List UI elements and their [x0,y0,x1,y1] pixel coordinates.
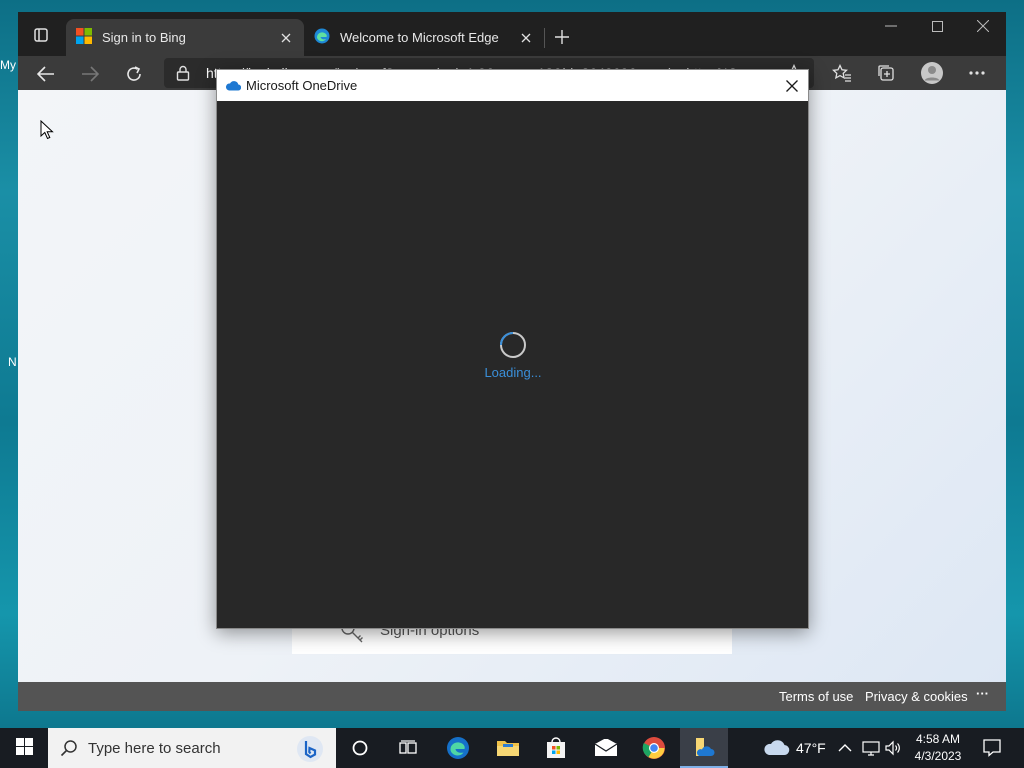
search-placeholder: Type here to search [88,740,221,757]
volume-icon[interactable] [884,728,902,768]
footer-more-button[interactable]: ··· [976,686,989,701]
chrome-icon[interactable] [630,728,678,768]
dialog-title-bar: Microsoft OneDrive [217,70,808,101]
onedrive-cloud-icon [225,79,242,94]
network-icon[interactable] [862,728,880,768]
taskbar-search-box[interactable]: Type here to search [48,728,336,768]
close-tab-icon[interactable] [278,30,294,46]
tab-actions-icon[interactable] [28,24,54,46]
tab-sign-in-to-bing[interactable]: Sign in to Bing [66,19,304,56]
start-button[interactable] [0,728,48,768]
system-clock[interactable]: 4:58 AM 4/3/2023 [904,731,972,765]
dialog-close-icon[interactable] [783,77,801,95]
privacy-cookies-link[interactable]: Privacy & cookies [865,689,968,704]
terms-of-use-link[interactable]: Terms of use [779,689,853,704]
close-tab-icon[interactable] [518,30,534,46]
minimize-icon[interactable] [868,12,914,40]
edge-logo-icon [314,28,330,47]
maximize-icon[interactable] [914,12,960,40]
clock-time: 4:58 AM [915,732,961,746]
favorites-icon[interactable] [828,59,856,87]
tab-label: Sign in to Bing [102,30,186,45]
bing-icon[interactable] [296,735,324,766]
more-options-icon[interactable] [963,59,991,87]
forward-icon[interactable] [76,60,104,88]
microsoft-store-icon[interactable] [532,728,580,768]
tab-label: Welcome to Microsoft Edge [340,30,499,45]
dialog-title: Microsoft OneDrive [246,78,358,93]
edge-taskbar-icon[interactable] [434,728,482,768]
page-footer: Terms of use Privacy & cookies ··· [18,682,1006,711]
weather-widget[interactable]: 47°F [762,728,826,768]
notification-center-icon[interactable] [976,728,1008,768]
onedrive-setup-taskbar-icon[interactable] [680,728,728,768]
tab-welcome-to-edge[interactable]: Welcome to Microsoft Edge [304,19,544,56]
mouse-cursor-icon [40,120,54,140]
onedrive-dialog: Microsoft OneDrive Loading... [216,69,809,629]
cloud-icon [762,738,790,759]
close-window-icon[interactable] [960,12,1006,40]
desktop-icon-label[interactable]: My [0,58,18,72]
task-view-icon[interactable] [384,728,432,768]
refresh-icon[interactable] [120,60,148,88]
lock-icon[interactable] [176,65,190,84]
tab-strip: Sign in to Bing Welcome to Microsoft Edg… [18,12,1006,56]
profile-avatar-icon[interactable] [918,59,946,87]
back-icon[interactable] [32,60,60,88]
new-tab-icon[interactable] [550,25,574,49]
search-icon [60,739,78,760]
loading-text: Loading... [484,365,542,380]
show-hidden-icons-chevron-icon[interactable] [838,728,852,768]
tab-divider [544,28,545,48]
windows-logo-icon [15,738,33,758]
mail-icon[interactable] [582,728,630,768]
loading-spinner-icon [500,332,526,358]
file-explorer-icon[interactable] [484,728,532,768]
weather-temperature: 47°F [796,740,826,756]
collections-icon[interactable] [872,59,900,87]
windows-taskbar: Type here to search 47°F 4:58 AM 4/3/202… [0,728,1024,768]
cortana-icon[interactable] [336,728,384,768]
clock-date: 4/3/2023 [914,749,962,763]
microsoft-logo-icon [76,28,92,47]
